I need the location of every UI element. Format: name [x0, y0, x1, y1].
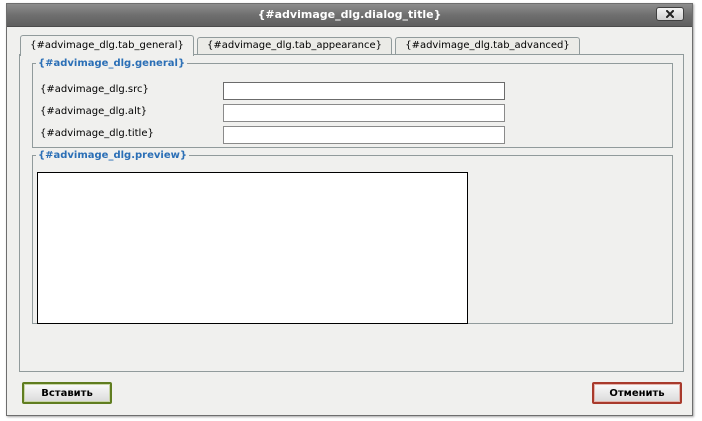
- insert-button[interactable]: Вставить: [22, 382, 112, 404]
- preview-fieldset: {#advimage_dlg.preview}: [32, 150, 673, 324]
- close-icon: [666, 10, 674, 18]
- tab-appearance[interactable]: {#advimage_dlg.tab_appearance}: [197, 37, 392, 54]
- tab-panel-general: {#advimage_dlg.general} {#advimage_dlg.s…: [19, 54, 684, 372]
- alt-input[interactable]: [223, 104, 505, 122]
- dialog-titlebar[interactable]: {#advimage_dlg.dialog_title}: [7, 4, 692, 27]
- src-label: {#advimage_dlg.src}: [40, 84, 149, 95]
- tab-general[interactable]: {#advimage_dlg.tab_general}: [20, 35, 194, 56]
- dialog-title: {#advimage_dlg.dialog_title}: [257, 8, 442, 21]
- title-input[interactable]: [223, 126, 505, 144]
- general-fieldset: {#advimage_dlg.general} {#advimage_dlg.s…: [32, 58, 673, 148]
- src-input[interactable]: [223, 82, 505, 100]
- image-dialog: {#advimage_dlg.dialog_title} {#advimage_…: [6, 3, 693, 416]
- tab-advanced[interactable]: {#advimage_dlg.tab_advanced}: [395, 37, 580, 54]
- general-legend: {#advimage_dlg.general}: [38, 58, 186, 69]
- cancel-button[interactable]: Отменить: [592, 382, 682, 404]
- close-button[interactable]: [656, 7, 684, 21]
- title-label: {#advimage_dlg.title}: [40, 128, 154, 139]
- alt-label: {#advimage_dlg.alt}: [40, 106, 148, 117]
- image-preview: [37, 172, 468, 324]
- preview-legend: {#advimage_dlg.preview}: [38, 150, 187, 161]
